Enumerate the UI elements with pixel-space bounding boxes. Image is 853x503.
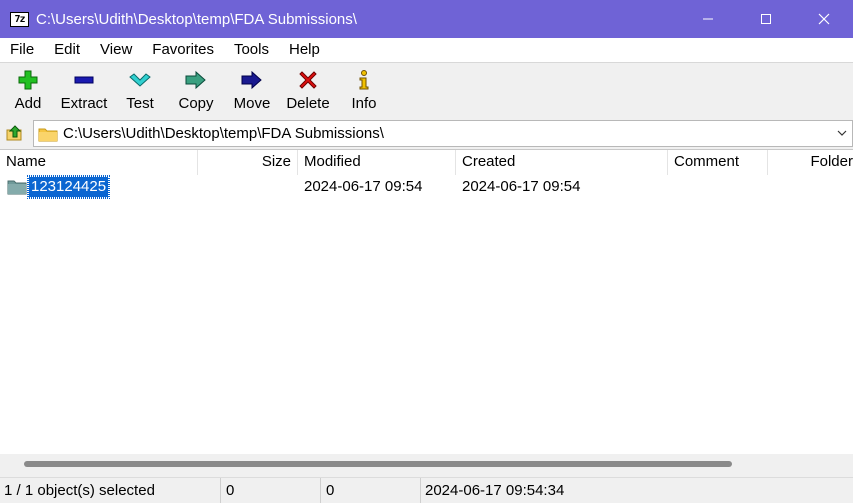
status-packed: 0: [322, 478, 421, 503]
column-header-size[interactable]: Size: [198, 150, 298, 175]
status-selection: 1 / 1 object(s) selected: [0, 478, 221, 503]
toolbar: Add Extract Test Copy Move Delete Info: [0, 62, 853, 116]
window-controls: [679, 0, 853, 38]
column-header-created[interactable]: Created: [456, 150, 668, 175]
extract-label: Extract: [60, 95, 108, 112]
add-icon: [16, 68, 40, 92]
address-combobox[interactable]: C:\Users\Udith\Desktop\temp\FDA Submissi…: [33, 120, 853, 147]
maximize-icon: [761, 14, 771, 24]
address-bar: C:\Users\Udith\Desktop\temp\FDA Submissi…: [0, 118, 853, 148]
extract-button[interactable]: Extract: [56, 63, 112, 116]
column-header-modified[interactable]: Modified: [298, 150, 456, 175]
column-headers: Name Size Modified Created Comment Folde…: [0, 150, 853, 175]
app-icon: 7z: [10, 11, 29, 27]
column-header-comment[interactable]: Comment: [668, 150, 768, 175]
menu-tools[interactable]: Tools: [224, 38, 279, 62]
menu-bar: File Edit View Favorites Tools Help: [0, 38, 853, 62]
minimize-icon: [703, 18, 713, 20]
close-icon: [818, 13, 830, 25]
status-size: 0: [222, 478, 321, 503]
row-name-cell[interactable]: 123124425: [7, 175, 111, 199]
add-button[interactable]: Add: [0, 63, 56, 116]
copy-button[interactable]: Copy: [168, 63, 224, 116]
test-button[interactable]: Test: [112, 63, 168, 116]
delete-label: Delete: [286, 95, 330, 112]
row-modified: 2024-06-17 09:54: [304, 178, 423, 195]
up-folder-button[interactable]: [3, 121, 27, 145]
delete-icon: [296, 68, 320, 92]
extract-icon: [72, 68, 96, 92]
folder-icon: [38, 128, 58, 141]
maximize-button[interactable]: [737, 0, 795, 38]
column-header-folders[interactable]: Folder: [768, 150, 853, 175]
scrollbar-thumb[interactable]: [24, 461, 732, 467]
copy-icon: [184, 68, 208, 92]
menu-file[interactable]: File: [0, 38, 44, 62]
horizontal-scrollbar[interactable]: [0, 454, 853, 474]
file-list[interactable]: Name Size Modified Created Comment Folde…: [0, 149, 853, 454]
menu-favorites[interactable]: Favorites: [142, 38, 224, 62]
address-path: C:\Users\Udith\Desktop\temp\FDA Submissi…: [63, 125, 384, 142]
row-name: 123124425: [26, 175, 111, 199]
close-button[interactable]: [795, 0, 853, 38]
move-label: Move: [233, 95, 271, 112]
test-icon: [128, 68, 152, 92]
title-bar: 7z C:\Users\Udith\Desktop\temp\FDA Submi…: [0, 0, 853, 38]
table-row[interactable]: 123124425 2024-06-17 09:54 2024-06-17 09…: [0, 175, 853, 199]
test-label: Test: [126, 95, 154, 112]
folder-icon: [7, 180, 27, 195]
chevron-down-icon[interactable]: [836, 127, 848, 139]
status-modified: 2024-06-17 09:54:34: [425, 482, 565, 499]
menu-help[interactable]: Help: [279, 38, 330, 62]
up-arrow-icon: [6, 125, 22, 141]
info-button[interactable]: Info: [336, 63, 392, 116]
status-bar: 1 / 1 object(s) selected 0 0 2024-06-17 …: [0, 477, 853, 503]
move-icon: [240, 68, 264, 92]
minimize-button[interactable]: [679, 0, 737, 38]
move-button[interactable]: Move: [224, 63, 280, 116]
column-header-name[interactable]: Name: [0, 150, 198, 175]
info-icon: [352, 68, 376, 92]
menu-edit[interactable]: Edit: [44, 38, 90, 62]
menu-view[interactable]: View: [90, 38, 142, 62]
copy-label: Copy: [178, 95, 214, 112]
delete-button[interactable]: Delete: [280, 63, 336, 116]
info-label: Info: [351, 95, 377, 112]
window-title: C:\Users\Udith\Desktop\temp\FDA Submissi…: [36, 10, 357, 28]
row-created: 2024-06-17 09:54: [462, 178, 581, 195]
add-label: Add: [14, 95, 42, 112]
